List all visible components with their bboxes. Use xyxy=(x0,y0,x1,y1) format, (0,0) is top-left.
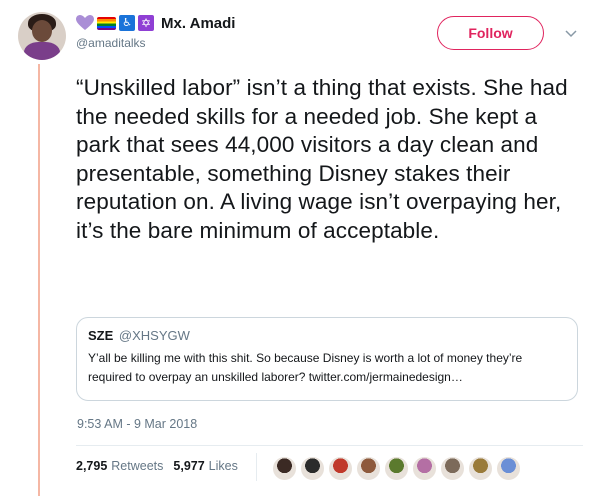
author-name-row[interactable]: ♿ ✡ Mx. Amadi xyxy=(76,12,235,34)
quoted-tweet-header: SZE @XHSYGW xyxy=(88,328,566,344)
liker-avatar[interactable] xyxy=(412,456,437,481)
likes-label[interactable]: Likes xyxy=(209,459,238,473)
avatar[interactable] xyxy=(18,12,66,60)
avatar-face xyxy=(32,20,52,42)
author-display-name[interactable]: Mx. Amadi xyxy=(161,15,235,32)
tweet-timestamp[interactable]: 9:53 AM - 9 Mar 2018 xyxy=(77,417,197,431)
liker-avatar[interactable] xyxy=(328,456,353,481)
liker-avatar[interactable] xyxy=(356,456,381,481)
stats-divider xyxy=(76,445,583,446)
avatar-body xyxy=(24,42,60,60)
likes-count[interactable]: 5,977 xyxy=(173,459,204,473)
retweets-label[interactable]: Retweets xyxy=(111,459,163,473)
tweet-header: ♿ ✡ Mx. Amadi @amaditalks xyxy=(76,12,235,50)
liker-avatar[interactable] xyxy=(440,456,465,481)
liker-avatar[interactable] xyxy=(272,456,297,481)
rainbow-flag-icon xyxy=(97,16,116,30)
retweets-count[interactable]: 2,795 xyxy=(76,459,107,473)
liker-avatar[interactable] xyxy=(496,456,521,481)
quoted-tweet[interactable]: SZE @XHSYGW Y’all be killing me with thi… xyxy=(76,317,578,401)
purple-heart-icon xyxy=(76,15,94,31)
author-handle[interactable]: @amaditalks xyxy=(76,36,235,50)
likers-avatar-list xyxy=(272,456,524,481)
liker-avatar[interactable] xyxy=(384,456,409,481)
quoted-author-name: SZE xyxy=(88,328,114,343)
tweet-text: “Unskilled labor” isn’t a thing that exi… xyxy=(76,75,568,243)
quoted-author-handle: @XHSYGW xyxy=(118,328,190,343)
stats-separator xyxy=(256,453,257,481)
star-of-david-icon: ✡ xyxy=(138,15,154,31)
follow-button[interactable]: Follow xyxy=(437,16,544,50)
chevron-down-icon[interactable] xyxy=(565,26,577,38)
tweet-stats: 2,795 Retweets 5,977 Likes xyxy=(76,459,248,473)
liker-avatar[interactable] xyxy=(300,456,325,481)
thread-connector-line xyxy=(38,64,40,496)
quoted-tweet-text: Y’all be killing me with this shit. So b… xyxy=(88,351,523,384)
wheelchair-symbol-icon: ♿ xyxy=(119,15,135,31)
liker-avatar[interactable] xyxy=(468,456,493,481)
